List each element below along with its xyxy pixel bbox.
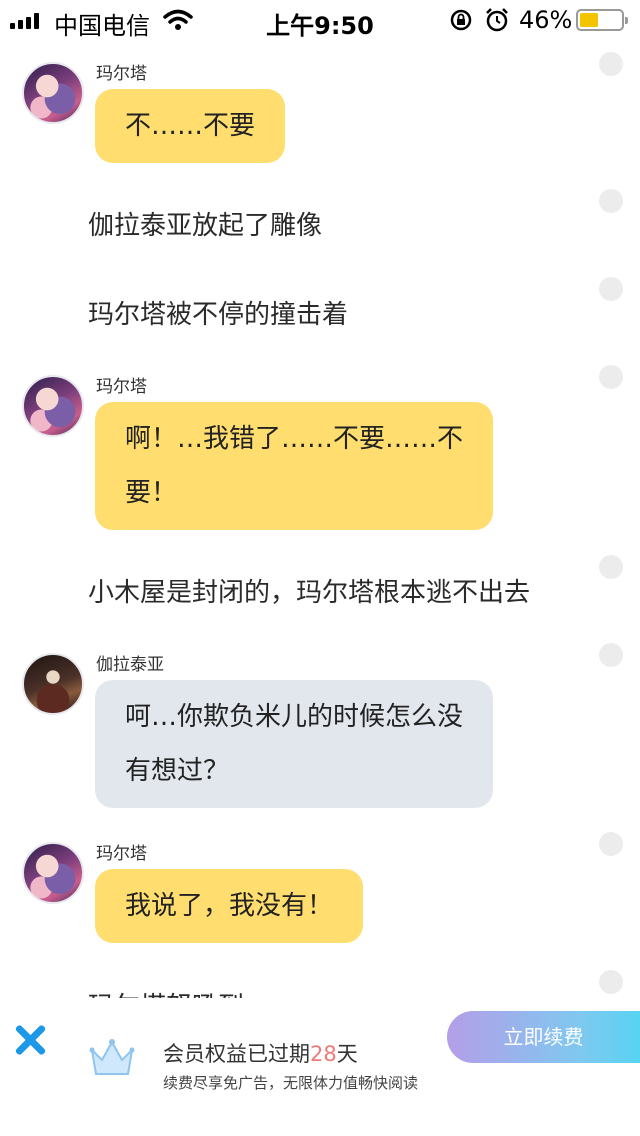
marta-avatar[interactable] bbox=[22, 375, 84, 437]
battery-level-fill bbox=[580, 13, 598, 27]
bubble-line: 呵…你欺负米儿的时候怎么没 bbox=[125, 702, 464, 732]
dialogue-bubble[interactable]: 不……不要 bbox=[95, 89, 286, 163]
bubble-line: 要！ bbox=[125, 478, 178, 508]
narration-text: 小木屋是封闭的，玛尔塔根本逃不出去 bbox=[88, 578, 531, 608]
speaker-name: 玛尔塔 bbox=[96, 377, 147, 397]
dialogue-bubble[interactable]: 我说了，我没有！ bbox=[95, 869, 364, 943]
speaker-name: 玛尔塔 bbox=[96, 64, 147, 84]
expired-days: 28 bbox=[310, 1042, 337, 1066]
dialogue-bubble[interactable]: 呵…你欺负米儿的时候怎么没 有想过？ bbox=[95, 680, 494, 808]
bubble-line: 有想过？ bbox=[125, 756, 230, 786]
bubble-line: 啊！…我错了……不要……不 bbox=[125, 424, 464, 454]
alarm-icon bbox=[486, 8, 508, 32]
renew-button[interactable]: 立即续费 bbox=[447, 1011, 640, 1063]
membership-banner: 会员权益已过期28天 续费尽享免广告，无限体力值畅快阅读 立即续费 bbox=[0, 998, 640, 1136]
narration-text: 玛尔塔被不停的撞击着 bbox=[88, 300, 349, 330]
marta-avatar[interactable] bbox=[22, 62, 84, 124]
speaker-name: 玛尔塔 bbox=[96, 844, 147, 864]
membership-expired-text: 会员权益已过期28天 bbox=[163, 1042, 358, 1066]
narration-text: 玛尔塔怒吼到 bbox=[88, 986, 244, 998]
battery-icon bbox=[576, 9, 628, 31]
speaker-name: 伽拉泰亚 bbox=[96, 655, 164, 675]
close-icon[interactable] bbox=[10, 1020, 50, 1060]
comment-dot[interactable] bbox=[599, 832, 623, 856]
bubble-line: 不……不要 bbox=[125, 111, 256, 141]
bubble-line: 我说了，我没有！ bbox=[125, 891, 334, 921]
comment-dot[interactable] bbox=[599, 189, 623, 213]
galatea-avatar[interactable] bbox=[22, 653, 84, 715]
battery-percent: 46% bbox=[519, 6, 573, 34]
marta-avatar[interactable] bbox=[22, 842, 84, 904]
orientation-lock-icon bbox=[450, 9, 472, 31]
comment-dot[interactable] bbox=[599, 555, 623, 579]
story-feed[interactable]: 玛尔塔 不……不要 伽拉泰亚放起了雕像 玛尔塔被不停的撞击着 玛尔塔 啊！…我错… bbox=[0, 40, 640, 998]
status-bar: 中国电信 上午9:50 46% bbox=[0, 0, 640, 40]
comment-dot[interactable] bbox=[599, 277, 623, 301]
comment-dot[interactable] bbox=[599, 52, 623, 76]
comment-dot[interactable] bbox=[599, 970, 623, 994]
membership-subtitle: 续费尽享免广告，无限体力值畅快阅读 bbox=[163, 1074, 419, 1092]
comment-dot[interactable] bbox=[599, 643, 623, 667]
narration-text: 伽拉泰亚放起了雕像 bbox=[88, 211, 323, 241]
comment-dot[interactable] bbox=[599, 365, 623, 389]
dialogue-bubble[interactable]: 啊！…我错了……不要……不 要！ bbox=[95, 402, 494, 530]
crown-icon bbox=[89, 1039, 135, 1075]
